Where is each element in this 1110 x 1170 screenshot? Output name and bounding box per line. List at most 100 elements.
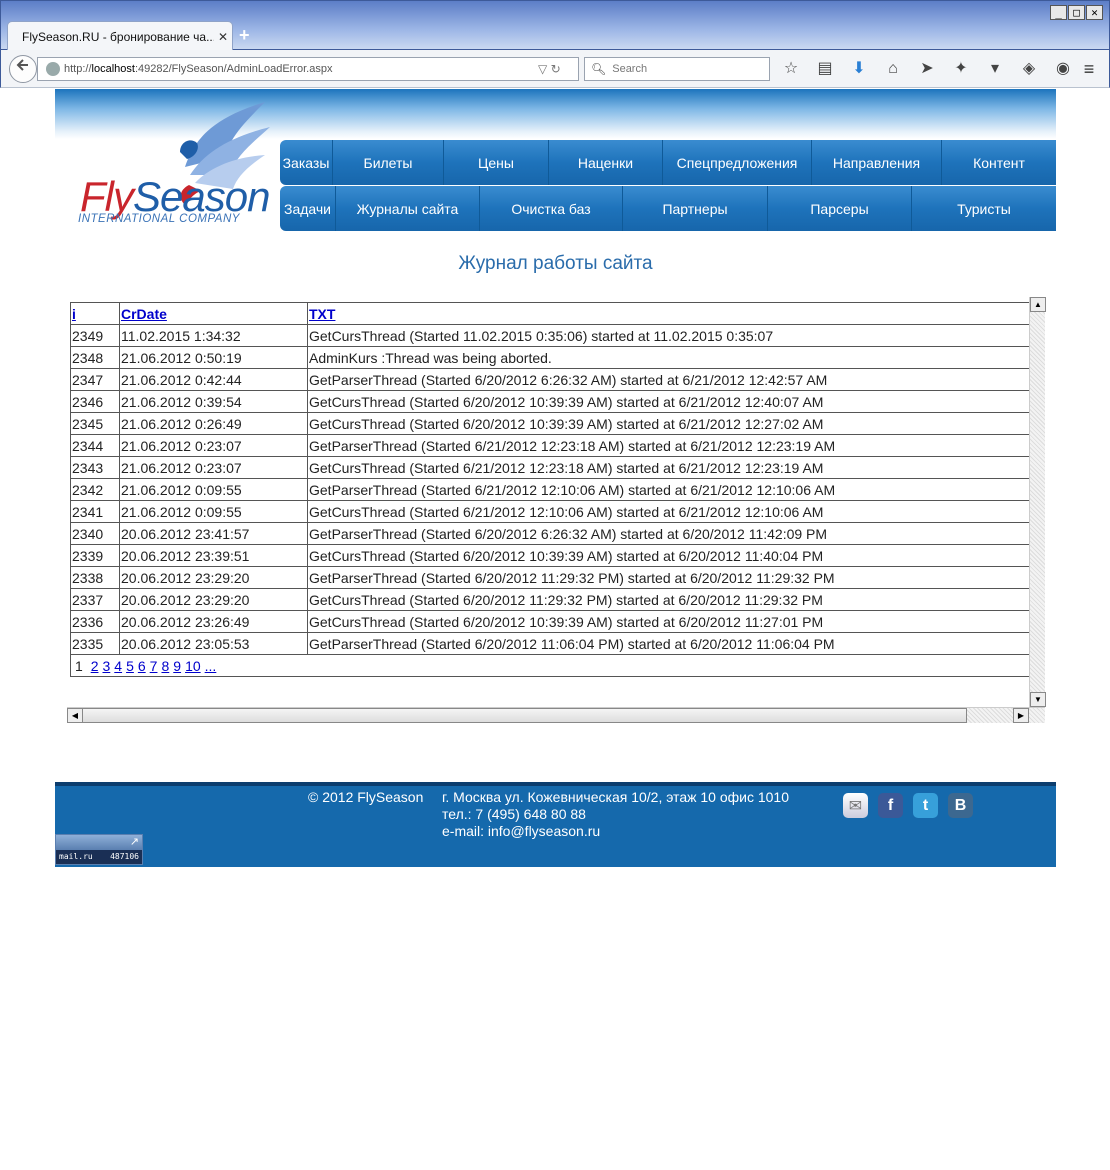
menu-item-site-logs[interactable]: Журналы сайта xyxy=(336,186,480,231)
counter-arrow-icon: ↗ xyxy=(56,835,142,850)
pager-link[interactable]: 8 xyxy=(161,658,169,674)
tab-title: FlySeason.RU - бронирование ча... xyxy=(22,29,214,44)
menu-item-clear-db[interactable]: Очистка баз xyxy=(480,186,623,231)
scroll-down-icon[interactable]: ▼ xyxy=(1030,692,1046,707)
url-controls: ▽ ↻ xyxy=(538,62,578,76)
cell-crdate: 20.06.2012 23:39:51 xyxy=(119,544,308,567)
toolbar-icons: ☆ ▤ ⬇ ⌂ ➤ ✦ ▾ ◈ ◉ xyxy=(779,58,1075,80)
menu-item-markups[interactable]: Наценки xyxy=(549,140,663,185)
menu-row-1: Заказы Билеты Цены Наценки Спецпредложен… xyxy=(280,140,1056,185)
maximize-button[interactable]: □ xyxy=(1068,5,1085,20)
cell-id: 2339 xyxy=(70,544,120,567)
horizontal-scroll-thumb[interactable] xyxy=(82,708,967,723)
social-links: ✉ f t B xyxy=(843,793,973,818)
table-row: 2348 21.06.2012 0:50:19 AdminKurs :Thread … xyxy=(70,346,1029,369)
logo-subtitle: INTERNATIONAL COMPANY xyxy=(78,213,240,225)
cell-id: 2347 xyxy=(70,368,120,391)
url-bar[interactable]: http://localhost:49282/FlySeason/AdminLo… xyxy=(37,57,579,81)
search-bar[interactable]: 🔍︎ Search xyxy=(584,57,770,81)
search-placeholder: Search xyxy=(612,63,648,75)
pager-link[interactable]: ... xyxy=(205,658,217,674)
counter-value: 487106 xyxy=(110,852,139,861)
cell-txt: GetParserThread (Started 6/20/2012 11:29… xyxy=(307,566,1029,589)
pager-link[interactable]: 4 xyxy=(114,658,122,674)
extension-icon[interactable]: ✦ xyxy=(949,58,973,80)
mailru-counter[interactable]: ↗ mail.ru 487106 xyxy=(55,834,143,865)
cell-id: 2343 xyxy=(70,456,120,479)
pocket-icon[interactable]: ◈ xyxy=(1017,58,1041,80)
home-icon[interactable]: ⌂ xyxy=(881,58,905,80)
menu-row-2: Задачи Журналы сайта Очистка баз Партнер… xyxy=(280,186,1056,231)
close-window-button[interactable]: ✕ xyxy=(1086,5,1103,20)
download-icon[interactable]: ⬇ xyxy=(847,58,871,80)
sort-link-i[interactable]: i xyxy=(72,306,76,322)
menu-item-tickets[interactable]: Билеты xyxy=(333,140,444,185)
pager-link[interactable]: 10 xyxy=(185,658,201,674)
sync-icon[interactable]: ◉ xyxy=(1051,58,1075,80)
horizontal-scrollbar[interactable]: ◀ ▶ xyxy=(67,707,1045,723)
main-menu: Заказы Билеты Цены Наценки Спецпредложен… xyxy=(280,140,1056,232)
bookmark-star-icon[interactable]: ☆ xyxy=(779,58,803,80)
column-header-txt: TXT xyxy=(307,302,1029,325)
pager-link[interactable]: 2 xyxy=(91,658,99,674)
mail-icon[interactable]: ✉ xyxy=(843,793,868,818)
vertical-scrollbar[interactable]: ▲ ▼ xyxy=(1029,297,1046,707)
cell-crdate: 21.06.2012 0:42:44 xyxy=(119,368,308,391)
cell-crdate: 20.06.2012 23:29:20 xyxy=(119,566,308,589)
menu-item-parsers[interactable]: Парсеры xyxy=(768,186,912,231)
new-tab-button[interactable]: + xyxy=(239,25,250,46)
sort-link-txt[interactable]: TXT xyxy=(309,306,335,322)
reading-list-icon[interactable]: ▤ xyxy=(813,58,837,80)
menu-item-tourists[interactable]: Туристы xyxy=(912,186,1056,231)
menu-item-tasks[interactable]: Задачи xyxy=(280,186,336,231)
scroll-right-icon[interactable]: ▶ xyxy=(1013,708,1029,723)
table-row: 2346 21.06.2012 0:39:54 GetCursThread (Sta… xyxy=(70,390,1029,413)
pager-link[interactable]: 9 xyxy=(173,658,181,674)
menu-item-orders[interactable]: Заказы xyxy=(280,140,333,185)
window-titlebar: _ □ ✕ FlySeason.RU - бронирование ча... … xyxy=(0,0,1110,51)
table-row: 2342 21.06.2012 0:09:55 GetParserThread (S… xyxy=(70,478,1029,501)
pager-link[interactable]: 3 xyxy=(102,658,110,674)
footer-email: e-mail: info@flyseason.ru xyxy=(442,823,601,839)
reload-icon[interactable]: ↻ xyxy=(551,62,561,76)
back-button[interactable] xyxy=(9,55,37,83)
pager-link[interactable]: 7 xyxy=(150,658,158,674)
table-row: 2341 21.06.2012 0:09:55 GetCursThread (Sta… xyxy=(70,500,1029,523)
menu-item-directions[interactable]: Направления xyxy=(812,140,942,185)
browser-tab[interactable]: FlySeason.RU - бронирование ча... ✕ xyxy=(7,21,233,51)
send-icon[interactable]: ➤ xyxy=(915,58,939,80)
menu-item-prices[interactable]: Цены xyxy=(444,140,549,185)
cell-id: 2337 xyxy=(70,588,120,611)
cell-crdate: 21.06.2012 0:23:07 xyxy=(119,434,308,457)
extension-dropdown-icon[interactable]: ▾ xyxy=(983,58,1007,80)
tab-close-icon[interactable]: ✕ xyxy=(214,30,232,44)
twitter-icon[interactable]: t xyxy=(913,793,938,818)
counter-bar: mail.ru 487106 xyxy=(56,850,142,864)
browser-navbar: http://localhost:49282/FlySeason/AdminLo… xyxy=(0,50,1110,88)
hamburger-menu-icon[interactable]: ≡ xyxy=(1077,58,1101,80)
menu-item-special-offers[interactable]: Спецпредложения xyxy=(663,140,812,185)
scroll-left-icon[interactable]: ◀ xyxy=(67,708,83,723)
cell-txt: GetParserThread (Started 6/21/2012 12:23… xyxy=(307,434,1029,457)
cell-txt: GetCursThread (Started 6/21/2012 12:10:0… xyxy=(307,500,1029,523)
vkontakte-icon[interactable]: B xyxy=(948,793,973,818)
dropdown-arrow-icon[interactable]: ▽ xyxy=(538,62,547,76)
pager-link[interactable]: 6 xyxy=(138,658,146,674)
pager-link[interactable]: 5 xyxy=(126,658,134,674)
page-title: Журнал работы сайта xyxy=(458,253,653,274)
flyseason-logo[interactable]: FlySeason INTERNATIONAL COMPANY xyxy=(75,97,275,225)
url-text: http://localhost:49282/FlySeason/AdminLo… xyxy=(64,63,538,75)
menu-item-partners[interactable]: Партнеры xyxy=(623,186,768,231)
facebook-icon[interactable]: f xyxy=(878,793,903,818)
sort-link-crdate[interactable]: CrDate xyxy=(121,306,167,322)
minimize-button[interactable]: _ xyxy=(1050,5,1067,20)
table-row: 2340 20.06.2012 23:41:57 GetParserThread (… xyxy=(70,522,1029,545)
menu-item-content[interactable]: Контент xyxy=(942,140,1056,185)
column-header-crdate: CrDate xyxy=(119,302,308,325)
url-prefix: http:// xyxy=(64,63,92,75)
table-row: 2336 20.06.2012 23:26:49 GetCursThread (St… xyxy=(70,610,1029,633)
cell-crdate: 21.06.2012 0:39:54 xyxy=(119,390,308,413)
cell-crdate: 20.06.2012 23:26:49 xyxy=(119,610,308,633)
scroll-up-icon[interactable]: ▲ xyxy=(1030,297,1046,312)
cell-txt: GetCursThread (Started 6/20/2012 10:39:3… xyxy=(307,544,1029,567)
